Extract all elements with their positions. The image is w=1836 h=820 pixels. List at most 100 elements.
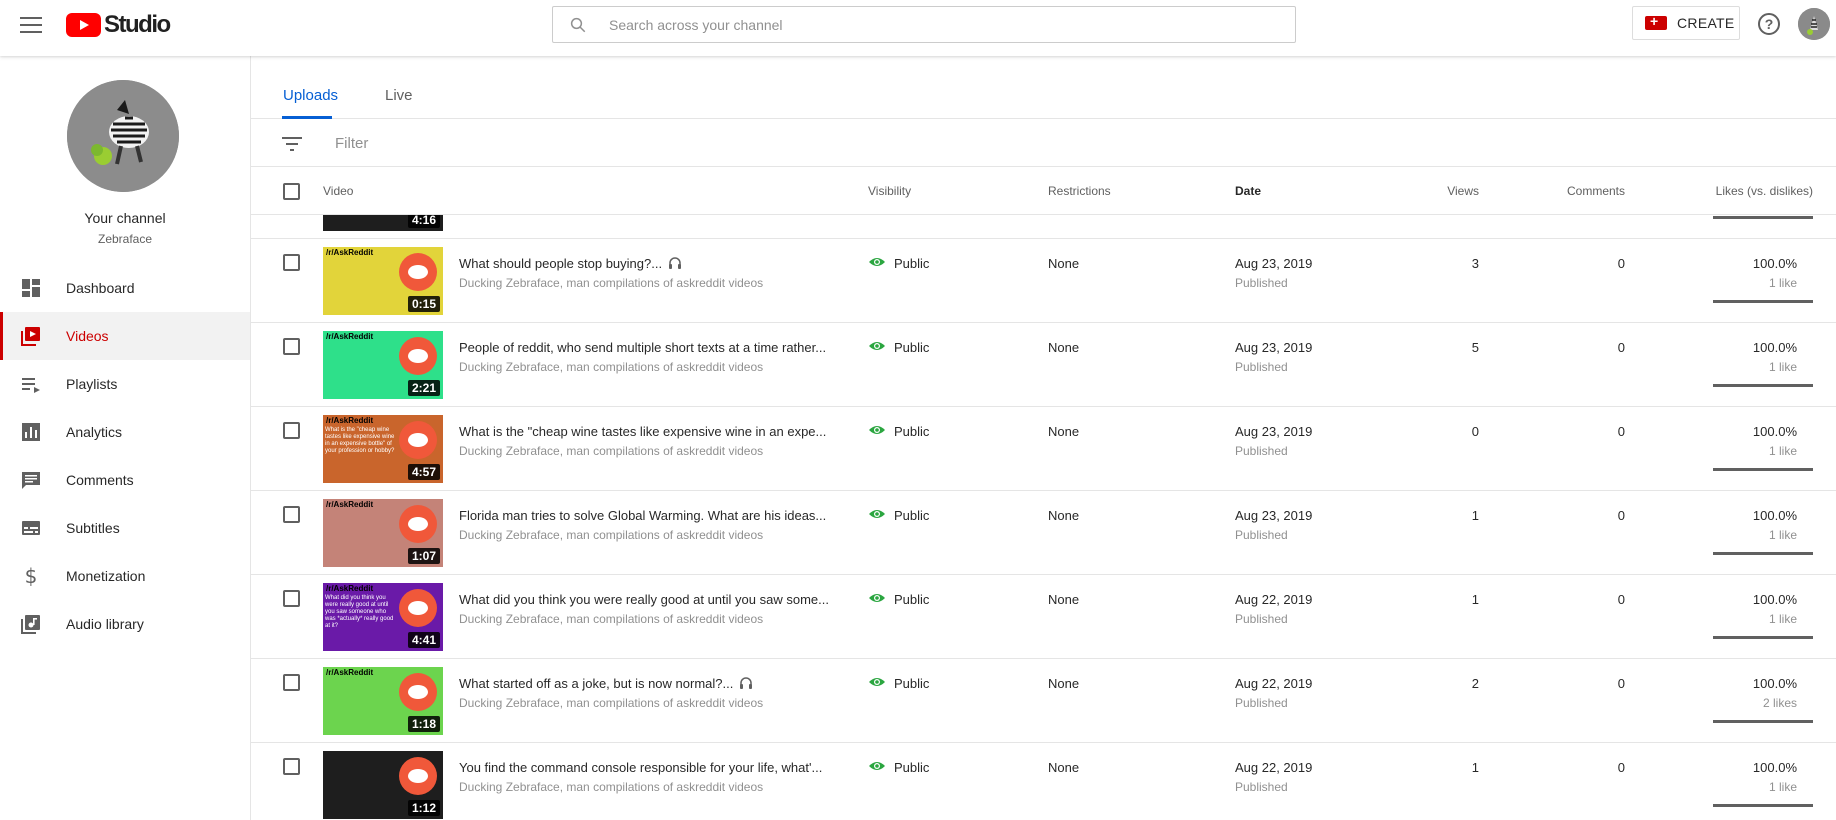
- filter-input[interactable]: [335, 132, 935, 154]
- sidebar-item-audio-library[interactable]: Audio library: [0, 600, 250, 648]
- column-header-likes[interactable]: Likes (vs. dislikes): [1651, 184, 1813, 198]
- table-row[interactable]: /r/AskReddit What did you think you were…: [251, 575, 1836, 659]
- sidebar-item-dashboard[interactable]: Dashboard: [0, 264, 250, 312]
- video-title[interactable]: You find the command console responsible…: [459, 760, 829, 775]
- sidebar-item-monetization[interactable]: $ Monetization: [0, 552, 250, 600]
- video-duration: 0:15: [407, 296, 440, 312]
- visibility-status[interactable]: Public: [894, 340, 929, 355]
- visibility-status[interactable]: Public: [894, 592, 929, 607]
- sidebar-item-comments[interactable]: Comments: [0, 456, 250, 504]
- video-thumbnail[interactable]: 4:16: [323, 215, 443, 231]
- video-title[interactable]: What is the "cheap wine tastes like expe…: [459, 424, 829, 439]
- table-row[interactable]: /r/AskReddit 0:15 What should people sto…: [251, 239, 1836, 323]
- account-avatar[interactable]: [1798, 8, 1830, 40]
- reddit-alien-icon: [399, 757, 437, 795]
- video-duration: 1:18: [407, 716, 440, 732]
- sidebar-item-playlists[interactable]: Playlists: [0, 360, 250, 408]
- comments-count: 0: [1617, 676, 1625, 691]
- eye-icon[interactable]: [868, 424, 886, 436]
- eye-icon[interactable]: [868, 340, 886, 352]
- row-checkbox[interactable]: [283, 254, 300, 271]
- video-thumbnail[interactable]: /r/AskReddit What is the "cheap wine tas…: [323, 415, 443, 483]
- video-description: Ducking Zebraface, man compilations of a…: [459, 612, 764, 626]
- eye-icon[interactable]: [868, 760, 886, 772]
- search-box[interactable]: [552, 6, 1296, 43]
- restrictions-value: None: [1048, 340, 1080, 355]
- visibility-status[interactable]: Public: [894, 256, 929, 271]
- help-icon[interactable]: ?: [1758, 13, 1780, 35]
- eye-icon[interactable]: [868, 256, 886, 268]
- video-title[interactable]: People of reddit, who send multiple shor…: [459, 340, 829, 355]
- likes-bar: [1713, 804, 1813, 807]
- eye-icon[interactable]: [868, 676, 886, 688]
- table-row[interactable]: /r/AskReddit What is the "cheap wine tas…: [251, 407, 1836, 491]
- likes-bar: [1713, 468, 1813, 471]
- create-video-icon: [1645, 13, 1667, 30]
- video-thumbnail[interactable]: /r/AskReddit 0:15: [323, 247, 443, 315]
- column-header-views[interactable]: Views: [1401, 184, 1479, 198]
- video-thumbnail[interactable]: /r/AskReddit 2:21: [323, 331, 443, 399]
- comments-count: 0: [1617, 508, 1625, 523]
- row-checkbox[interactable]: [283, 674, 300, 691]
- views-count: 5: [1471, 340, 1479, 355]
- search-icon[interactable]: [569, 16, 587, 34]
- likes-percentage: 100.0%: [1752, 256, 1797, 271]
- likes-count: 1 like: [1768, 528, 1797, 542]
- reddit-alien-icon: [399, 337, 437, 375]
- publish-date: Aug 23, 2019: [1235, 508, 1313, 523]
- tab-live[interactable]: Live: [385, 87, 413, 104]
- video-description: Ducking Zebraface, man compilations of a…: [459, 696, 764, 710]
- sidebar-item-analytics[interactable]: Analytics: [0, 408, 250, 456]
- sidebar: Your channel Zebraface Dashboard Videos …: [0, 56, 251, 820]
- video-title[interactable]: Florida man tries to solve Global Warmin…: [459, 508, 829, 523]
- tab-uploads[interactable]: Uploads: [283, 87, 338, 104]
- publish-status: Published: [1235, 528, 1288, 542]
- publish-date: Aug 23, 2019: [1235, 256, 1313, 271]
- headset-icon: [740, 677, 753, 689]
- select-all-checkbox[interactable]: [283, 183, 300, 200]
- visibility-status[interactable]: Public: [894, 508, 929, 523]
- visibility-status[interactable]: Public: [894, 760, 929, 775]
- menu-icon[interactable]: [20, 17, 42, 33]
- video-description: Ducking Zebraface, man compilations of a…: [459, 780, 764, 794]
- video-thumbnail[interactable]: 1:12: [323, 751, 443, 819]
- restrictions-value: None: [1048, 760, 1080, 775]
- table-row[interactable]: /r/AskReddit 1:07 Florida man tries to s…: [251, 491, 1836, 575]
- video-thumbnail[interactable]: /r/AskReddit What did you think you were…: [323, 583, 443, 651]
- playlists-icon: [20, 373, 42, 395]
- column-header-date[interactable]: Date: [1235, 184, 1261, 198]
- eye-icon[interactable]: [868, 592, 886, 604]
- video-thumbnail[interactable]: /r/AskReddit 1:07: [323, 499, 443, 567]
- sidebar-item-subtitles[interactable]: Subtitles: [0, 504, 250, 552]
- video-description: Ducking Zebraface, man compilations of a…: [459, 444, 764, 458]
- comments-count: 0: [1617, 592, 1625, 607]
- likes-percentage: 100.0%: [1752, 676, 1797, 691]
- row-checkbox[interactable]: [283, 506, 300, 523]
- video-thumbnail[interactable]: /r/AskReddit 1:18: [323, 667, 443, 735]
- row-checkbox[interactable]: [283, 590, 300, 607]
- channel-avatar[interactable]: [67, 80, 179, 192]
- visibility-status[interactable]: Public: [894, 676, 929, 691]
- column-header-visibility: Visibility: [868, 184, 912, 198]
- likes-percentage: 100.0%: [1752, 508, 1797, 523]
- row-checkbox[interactable]: [283, 758, 300, 775]
- table-row[interactable]: /r/AskReddit 1:18 What started off as a …: [251, 659, 1836, 743]
- video-title[interactable]: What did you think you were really good …: [459, 592, 829, 607]
- eye-icon[interactable]: [868, 508, 886, 520]
- sidebar-item-videos[interactable]: Videos: [0, 312, 250, 360]
- search-input[interactable]: [609, 13, 1269, 37]
- visibility-status[interactable]: Public: [894, 424, 929, 439]
- column-header-comments[interactable]: Comments: [1551, 184, 1625, 198]
- create-button[interactable]: CREATE: [1632, 6, 1740, 40]
- video-title[interactable]: What should people stop buying?...: [459, 256, 829, 271]
- row-checkbox[interactable]: [283, 422, 300, 439]
- table-row[interactable]: /r/AskReddit 2:21 People of reddit, who …: [251, 323, 1836, 407]
- publish-date: Aug 22, 2019: [1235, 760, 1313, 775]
- studio-logo[interactable]: Studio: [66, 11, 171, 38]
- table-row[interactable]: 4:16: [251, 215, 1836, 239]
- filter-icon[interactable]: [282, 137, 302, 151]
- video-title[interactable]: What started off as a joke, but is now n…: [459, 676, 829, 691]
- likes-percentage: 100.0%: [1752, 340, 1797, 355]
- table-row[interactable]: 1:12 You find the command console respon…: [251, 743, 1836, 820]
- row-checkbox[interactable]: [283, 338, 300, 355]
